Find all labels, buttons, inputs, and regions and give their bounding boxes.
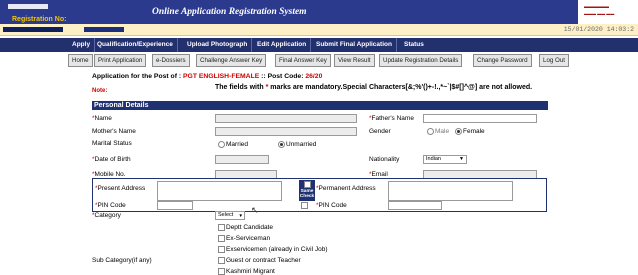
- subcategory-label: Exservicemen (already in Civil Job): [226, 246, 328, 253]
- subcategory-checkbox[interactable]: [218, 224, 225, 231]
- marital-status-label: Marital Status: [92, 140, 132, 147]
- category-label: *Category: [92, 212, 121, 219]
- sub-nav: Home Print Application e-Dossiers Challe…: [0, 54, 638, 67]
- same-check-box[interactable]: Same Check: [299, 180, 315, 201]
- registration-label: Registration No:: [12, 16, 67, 23]
- dob-label: *Date of Birth: [92, 156, 131, 163]
- main-nav: Apply Qualification/Experience Upload Ph…: [0, 38, 638, 52]
- chevron-down-icon: ▼: [238, 213, 243, 218]
- email-label: *Email: [369, 171, 388, 178]
- present-pin-field[interactable]: [157, 201, 193, 210]
- subcategory-checkbox[interactable]: [218, 235, 225, 242]
- subcategory-heading: Sub Category(if any): [92, 257, 152, 264]
- nav-upload-photograph[interactable]: Upload Photograph: [183, 38, 253, 52]
- category-select[interactable]: Select ▼: [215, 211, 245, 220]
- present-pin-label: *PIN Code: [95, 202, 126, 209]
- logout-button[interactable]: Log Out: [539, 54, 570, 67]
- top-banner: Online Application Registration System: [0, 0, 638, 24]
- same-check-checkbox[interactable]: [303, 181, 311, 188]
- chevron-down-icon: ▼: [459, 156, 464, 162]
- challenge-answer-key-button[interactable]: Challenge Answer Key: [196, 54, 267, 67]
- married-label: Married: [226, 141, 249, 148]
- permanent-address-field[interactable]: [388, 181, 513, 201]
- redacted-bar: [84, 27, 124, 32]
- print-application-button[interactable]: Print Application: [94, 54, 147, 67]
- home-button[interactable]: Home: [68, 54, 93, 67]
- date-strip: 15/01/2020 14:03:2: [0, 24, 638, 36]
- post-name: PGT ENGLISH-FEMALE: [183, 73, 260, 80]
- view-result-button[interactable]: View Result: [334, 54, 375, 67]
- subcategory-label: Kashmiri Migrant: [226, 268, 275, 275]
- dob-field[interactable]: [215, 155, 269, 164]
- gender-female-label: Female: [463, 128, 485, 135]
- section-header: Personal Details: [92, 101, 548, 110]
- nav-qualification[interactable]: Qualification/Experience: [93, 38, 178, 52]
- subcategory-checkbox[interactable]: [218, 257, 225, 264]
- permanent-address-label: *Permanent Address: [316, 185, 376, 192]
- note-label: Note:: [92, 88, 108, 94]
- unmarried-radio[interactable]: [278, 141, 285, 148]
- name-label: *Name: [92, 115, 112, 122]
- subcategory-label: Guest or contract Teacher: [226, 257, 301, 264]
- permanent-pin-field[interactable]: [388, 201, 442, 210]
- subcategory-checkbox[interactable]: [218, 268, 225, 275]
- note-text: The fields with * marks are mandatory.Sp…: [215, 84, 533, 91]
- fathers-name-field[interactable]: [423, 114, 537, 123]
- redacted-field: [8, 4, 48, 9]
- e-dossiers-button[interactable]: e-Dossiers: [152, 54, 190, 67]
- change-password-button[interactable]: Change Password: [473, 54, 532, 67]
- post-line: Application for the Post of : PGT ENGLIS…: [92, 73, 322, 80]
- page-title: Online Application Registration System: [152, 7, 307, 17]
- married-radio[interactable]: [218, 141, 225, 148]
- logo-mark-sub: ▬▬▬ ▬▬ ▬▬: [584, 11, 615, 16]
- mothers-name-field[interactable]: [215, 127, 357, 136]
- datetime-display: 15/01/2020 14:03:2: [563, 26, 634, 33]
- nav-status[interactable]: Status: [400, 38, 428, 52]
- same-check-label: Same Check: [299, 189, 315, 199]
- gender-female-radio[interactable]: [455, 128, 462, 135]
- mobile-label: *Mobile No.: [92, 171, 126, 178]
- subcategory-checkbox[interactable]: [218, 246, 225, 253]
- update-registration-button[interactable]: Update Registration Details: [379, 54, 463, 67]
- logo-mark: ▬▬▬▬▬: [584, 4, 609, 10]
- gender-male-radio[interactable]: [427, 128, 434, 135]
- nationality-select[interactable]: Indian ▼: [423, 155, 467, 164]
- nav-submit-final[interactable]: Submit Final Application: [312, 38, 397, 52]
- mothers-name-label: Mother's Name: [92, 128, 136, 135]
- present-address-label: *Present Address: [95, 185, 146, 192]
- nav-edit-application[interactable]: Edit Application: [253, 38, 312, 52]
- gender-male-label: Male: [435, 128, 450, 135]
- mouse-pointer-icon: ↖: [251, 205, 259, 215]
- nav-apply[interactable]: Apply: [68, 38, 96, 52]
- post-prefix: Application for the Post of :: [92, 73, 183, 80]
- name-field[interactable]: [215, 114, 357, 123]
- redacted-bar: [3, 27, 63, 32]
- subcategory-label: Deptt Candidate: [226, 224, 273, 231]
- final-answer-key-button[interactable]: Final Answer Key: [275, 54, 331, 67]
- post-code-label: :: Post Code:: [259, 73, 306, 80]
- extra-checkbox[interactable]: [301, 202, 308, 209]
- present-address-field[interactable]: [157, 181, 282, 201]
- fathers-name-label: *Father's Name: [369, 115, 414, 122]
- logo: ▬▬▬▬▬ ▬▬▬ ▬▬ ▬▬: [578, 0, 638, 24]
- unmarried-label: Unmarried: [286, 141, 317, 148]
- permanent-pin-label: *PIN Code: [316, 202, 347, 209]
- post-code: 26/20: [305, 73, 323, 80]
- nationality-label: Nationality: [369, 156, 400, 163]
- subcategory-label: Ex-Serviceman: [226, 235, 271, 242]
- gender-label: Gender: [369, 128, 391, 135]
